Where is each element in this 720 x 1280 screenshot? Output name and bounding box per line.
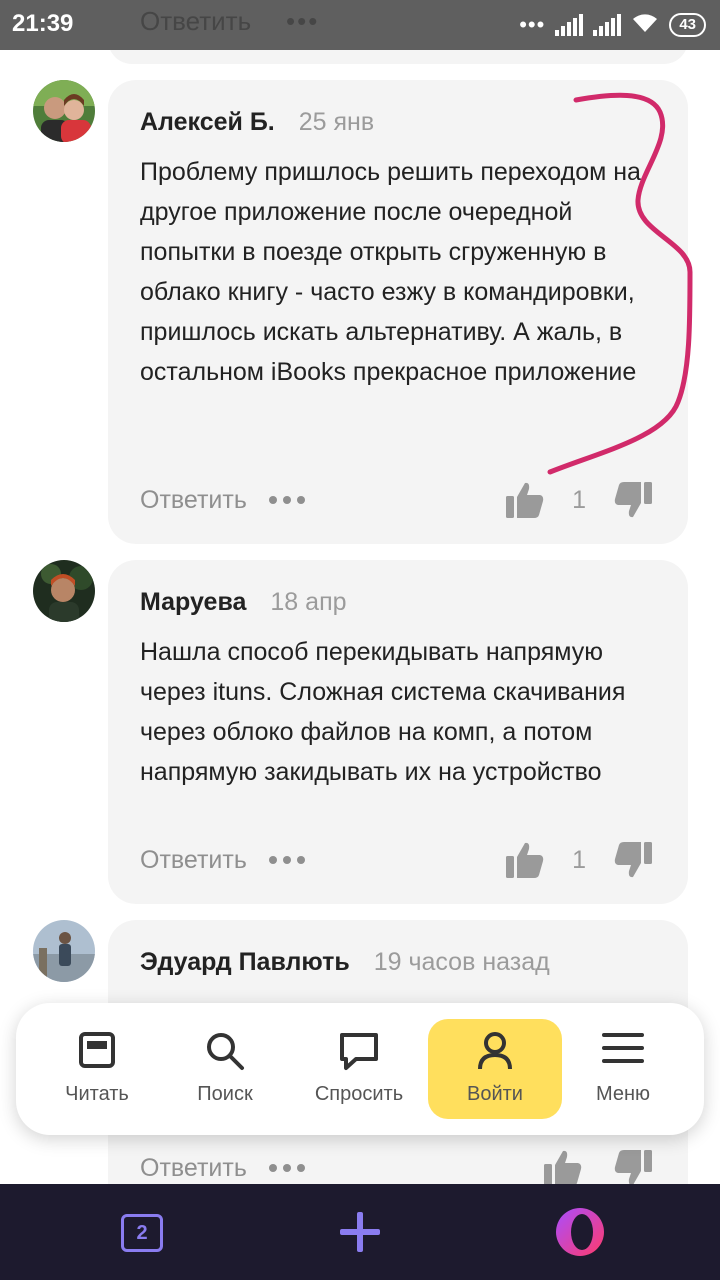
comment-author[interactable]: Алексей Б.	[140, 108, 275, 137]
nav-ask[interactable]: Спросить	[292, 1019, 426, 1119]
comment-text: Нашла способ перекидывать напрямую через…	[140, 638, 626, 786]
tabs-button[interactable]: 2	[121, 1214, 163, 1252]
avatar[interactable]	[33, 80, 95, 142]
read-icon	[78, 1031, 116, 1074]
status-indicators: ••• 43	[519, 10, 706, 40]
like-icon[interactable]	[544, 1148, 582, 1188]
comment-date: 19 часов назад	[373, 948, 550, 976]
avatar[interactable]	[33, 920, 95, 982]
more-options-icon[interactable]	[268, 856, 305, 864]
dislike-icon[interactable]	[614, 840, 652, 880]
avatar[interactable]	[33, 560, 95, 622]
search-icon	[205, 1031, 245, 1076]
bottom-navigation: Читать Поиск Спросить Войти Меню	[16, 1003, 704, 1135]
status-time: 21:39	[12, 10, 74, 37]
menu-icon	[602, 1031, 644, 1070]
previous-more-icon: •••	[286, 6, 320, 36]
more-options-icon[interactable]	[268, 496, 305, 504]
like-icon[interactable]	[506, 480, 544, 520]
comment-card: Алексей Б. 25 янв Проблему пришлось реши…	[108, 80, 688, 544]
new-tab-plus-icon[interactable]	[338, 1210, 382, 1259]
comment-card: Маруева 18 апр Нашла способ перекидывать…	[108, 560, 688, 904]
dislike-icon[interactable]	[614, 1148, 652, 1188]
wifi-icon	[631, 12, 659, 39]
nav-read-label: Читать	[65, 1083, 129, 1105]
chat-icon	[338, 1031, 380, 1076]
nav-menu[interactable]: Меню	[556, 1019, 690, 1119]
dislike-icon[interactable]	[614, 480, 652, 520]
opera-menu-icon[interactable]	[554, 1206, 606, 1263]
nav-ask-label: Спросить	[314, 1083, 404, 1105]
nav-search-label: Поиск	[197, 1083, 253, 1105]
nav-search[interactable]: Поиск	[158, 1019, 292, 1119]
comment-date: 18 апр	[270, 588, 347, 616]
comment-text: Проблему пришлось решить переходом на др…	[140, 158, 641, 386]
browser-toolbar: 2	[0, 1184, 720, 1280]
signal-icon-2	[593, 14, 622, 36]
previous-reply-link: Ответить	[140, 6, 252, 36]
nav-read[interactable]: Читать	[30, 1019, 164, 1119]
status-bar: 21:39 ••• 43	[0, 0, 720, 50]
reply-button[interactable]: Ответить	[140, 846, 247, 875]
nav-login[interactable]: Войти	[428, 1019, 562, 1119]
nav-menu-label: Меню	[595, 1083, 651, 1105]
nav-login-label: Войти	[467, 1083, 523, 1105]
like-count: 1	[572, 485, 586, 514]
user-icon	[476, 1031, 514, 1076]
comment-author[interactable]: Эдуард Павлють	[140, 948, 350, 977]
like-icon[interactable]	[506, 840, 544, 880]
notification-dots-icon: •••	[519, 12, 546, 37]
like-count: 1	[572, 845, 586, 874]
comment-author[interactable]: Маруева	[140, 588, 246, 617]
reply-button[interactable]: Ответить	[140, 1154, 247, 1183]
signal-icon	[555, 14, 584, 36]
comment-date: 25 янв	[298, 108, 375, 136]
reply-button[interactable]: Ответить	[140, 486, 247, 515]
battery-indicator: 43	[669, 13, 706, 37]
more-options-icon[interactable]	[268, 1164, 305, 1172]
